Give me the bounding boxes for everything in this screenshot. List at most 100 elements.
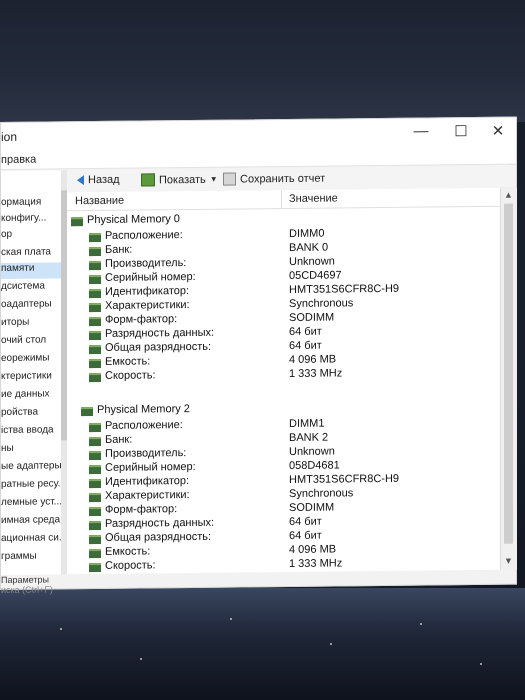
property-name: Общая разрядность: (105, 340, 212, 354)
close-button[interactable]: ✕ (483, 122, 513, 140)
scroll-down-icon[interactable]: ▼ (504, 556, 513, 566)
property-name: Серийный номер: (105, 270, 196, 284)
property-name: Расположение: (105, 229, 183, 242)
property-value: 64 бит (289, 325, 322, 338)
property-name: Форм-фактор: (105, 313, 178, 326)
sidebar-item[interactable]: конфигу... (1, 213, 46, 229)
sidebar-item[interactable]: ктеристики (1, 370, 52, 387)
property-name: Идентификатор: (105, 475, 190, 488)
memory-module-icon (89, 506, 101, 517)
chevron-down-icon: ▼ (209, 174, 218, 184)
property-name: Серийный номер: (105, 460, 196, 474)
property-value: 058D4681 (289, 459, 340, 472)
property-name: Скорость: (105, 369, 156, 382)
sidebar-item[interactable]: ормация (1, 197, 41, 213)
back-arrow-icon (77, 175, 84, 186)
memory-module-icon (89, 422, 101, 433)
property-value: SODIMM (289, 311, 335, 324)
app-window: ion — ☐ ✕ правка ормация конфигу... ор с… (0, 116, 517, 595)
sidebar-item[interactable]: ор (1, 229, 12, 245)
sidebar-footer: Параметры иска (Ctrl+F) (1, 574, 67, 595)
sidebar-item[interactable]: лемные уст... (1, 496, 62, 513)
property-value: Synchronous (289, 297, 354, 310)
column-name-header[interactable]: Название (75, 195, 124, 208)
wallpaper-star (140, 658, 142, 660)
memory-module-icon (89, 358, 101, 369)
property-name: Характеристики: (105, 489, 190, 502)
sidebar-item[interactable]: ская плата (1, 246, 51, 263)
property-value: DIMM0 (289, 227, 325, 240)
property-name: Производитель: (105, 257, 187, 270)
memory-module-icon (89, 232, 101, 243)
property-name: Емкость: (105, 545, 151, 558)
sidebar-item[interactable]: еорежимы (1, 352, 49, 369)
property-name: Емкость: (105, 355, 151, 368)
property-name: Банк: (105, 433, 133, 446)
property-name: Расположение: (105, 419, 183, 432)
sidebar-item[interactable]: ационная си... (1, 532, 62, 549)
sidebar-item-memory[interactable]: памяти (1, 262, 61, 279)
sidebar-item[interactable]: іства ввода (1, 424, 54, 441)
property-value: 64 бит (289, 339, 322, 352)
memory-module-icon (89, 260, 101, 271)
property-value: Unknown (289, 445, 335, 458)
sidebar-item[interactable]: ие данных (1, 388, 50, 405)
show-button[interactable]: Показать ▼ (141, 173, 218, 187)
memory-module-icon (89, 302, 101, 313)
memory-module-icon (89, 288, 101, 299)
details-scroll-thumb[interactable] (504, 203, 513, 544)
search-hint[interactable]: иска (Ctrl+F) (1, 584, 67, 595)
wallpaper-star (60, 628, 62, 630)
property-value: HMT351S6CFR8C-H9 (289, 472, 400, 486)
minimize-button[interactable]: — (406, 122, 436, 140)
memory-module-icon (89, 492, 101, 503)
property-value: BANK 0 (289, 241, 329, 254)
sidebar-item[interactable]: ратные ресу... (1, 478, 62, 495)
window-title: ion (1, 129, 18, 144)
maximize-button[interactable]: ☐ (446, 122, 476, 140)
property-name: Форм-фактор: (105, 503, 178, 516)
property-name: Идентификатор: (105, 285, 190, 298)
memory-module-icon (89, 274, 101, 285)
sidebar-item[interactable]: очий стол (1, 335, 46, 351)
column-divider[interactable] (281, 190, 282, 209)
property-value: 64 бит (289, 515, 322, 528)
wallpaper-star (230, 618, 232, 620)
details-scrollbar[interactable]: ▲ ▼ (500, 187, 517, 570)
memory-module-icon (89, 562, 101, 573)
property-value: 05CD4697 (289, 269, 342, 282)
sidebar-item[interactable]: ройства (1, 407, 38, 423)
memory-module-icon (89, 534, 101, 545)
back-button[interactable]: Назад (77, 174, 120, 186)
property-name: Банк: (105, 243, 133, 256)
sidebar-item[interactable]: дсистема (1, 281, 45, 297)
memory-module-icon (89, 450, 101, 461)
sidebar-item[interactable]: оадаптеры (1, 298, 52, 315)
property-value: HMT351S6CFR8C-H9 (289, 282, 400, 296)
property-value: 1 333 MHz (289, 367, 343, 380)
sidebar-item[interactable]: ны (1, 443, 14, 459)
property-name: Разрядность данных: (105, 326, 215, 340)
show-label: Показать (159, 173, 206, 186)
scroll-up-icon[interactable]: ▲ (504, 190, 513, 200)
sidebar-item[interactable]: иторы (1, 317, 29, 333)
property-name: Скорость: (105, 559, 156, 572)
menu-item-edit[interactable]: правка (1, 154, 36, 166)
sidebar-item[interactable]: ые адаптеры (1, 460, 62, 477)
property-name: Общая разрядность: (105, 530, 212, 544)
details-panel: Название Значение Physical Memory 0 Расп… (67, 187, 500, 575)
memory-module-icon (89, 246, 101, 257)
column-value-header[interactable]: Значение (289, 192, 338, 205)
memory-group-2: Physical Memory 2 Расположение: DIMM1 Бан… (67, 400, 500, 573)
wallpaper-star (480, 663, 482, 665)
save-report-label: Сохранить отчет (240, 172, 326, 185)
save-report-button[interactable]: Сохранить отчет (223, 172, 325, 186)
sidebar-item[interactable]: имная среда (1, 514, 60, 531)
memory-module-icon (81, 407, 93, 417)
sidebar-tree: ормация конфигу... ор ская плата памяти … (1, 170, 62, 575)
memory-module-icon (89, 316, 101, 327)
params-link[interactable]: Параметры (1, 574, 67, 585)
sidebar-item[interactable]: граммы (1, 551, 37, 567)
monitor-bezel-top (0, 0, 525, 122)
memory-module-icon (89, 464, 101, 475)
